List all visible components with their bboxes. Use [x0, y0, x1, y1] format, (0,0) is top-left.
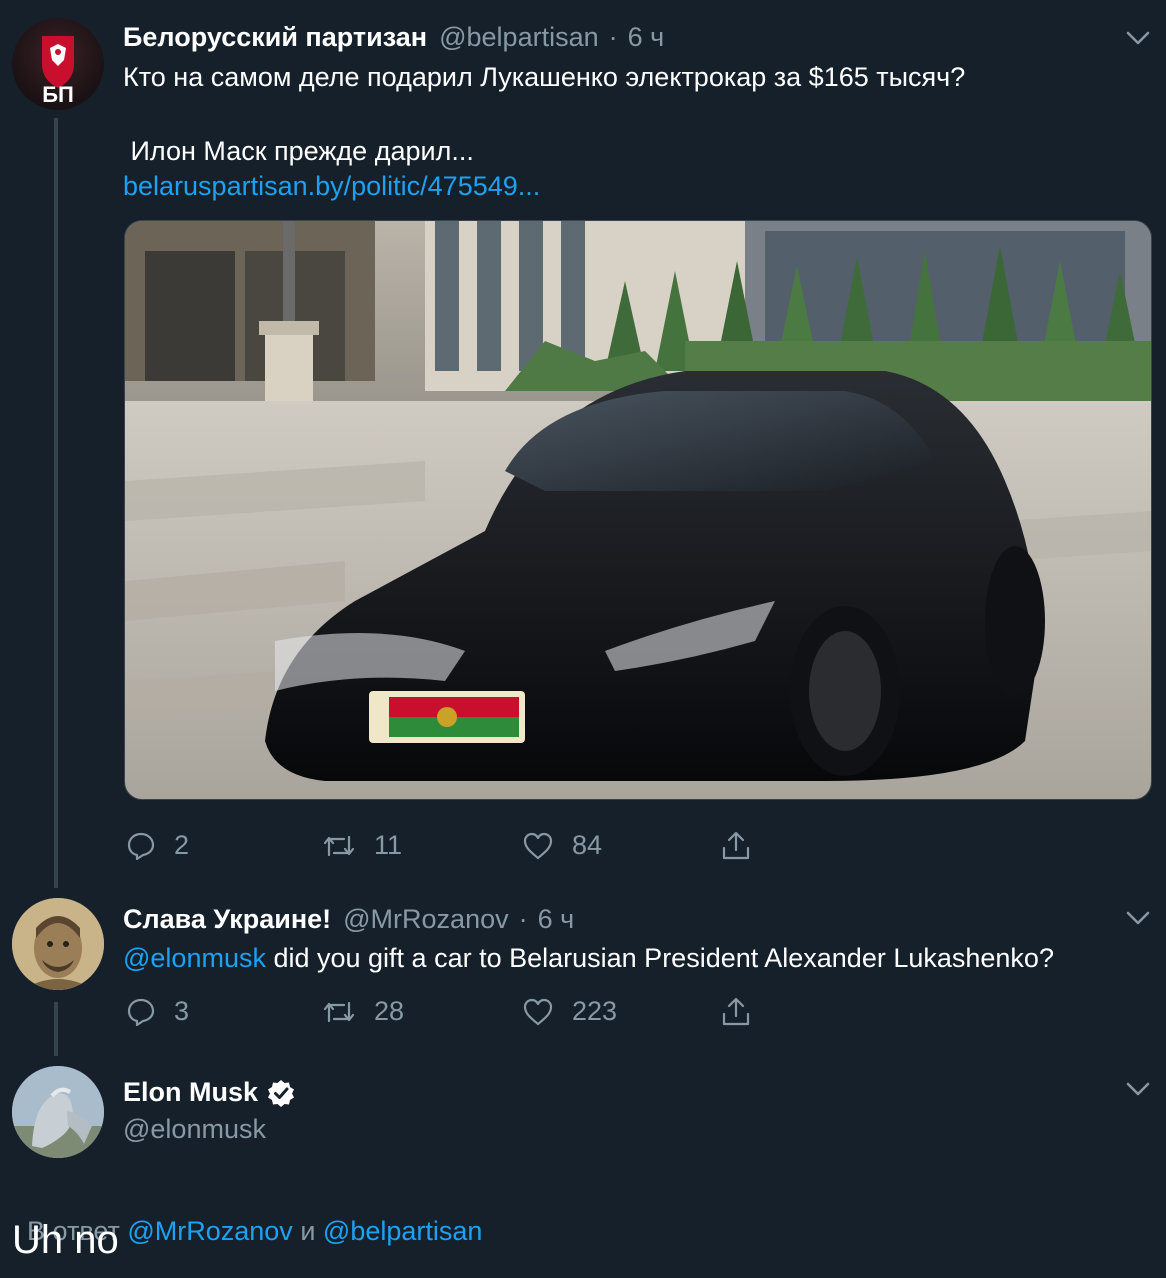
- thread-line: [54, 1002, 58, 1056]
- dragon-sculpture-avatar-icon: [12, 1066, 104, 1158]
- avatar[interactable]: [12, 898, 104, 990]
- reply-icon: [127, 998, 155, 1026]
- tweet-body: did you gift a car to Belarusian Preside…: [265, 943, 1054, 973]
- reply-mention-1[interactable]: @MrRozanov: [127, 1216, 292, 1246]
- tweet-header: Слава Украине! @MrRozanov · 6 ч: [123, 904, 574, 935]
- like-button[interactable]: 84: [522, 830, 602, 861]
- like-icon: [523, 998, 553, 1025]
- thread-line: [54, 118, 58, 888]
- like-count: 84: [572, 830, 603, 860]
- author-handle[interactable]: @MrRozanov: [343, 904, 508, 935]
- author-name-row: Elon Musk: [123, 1077, 296, 1108]
- tweet-text: Uh no: [12, 1218, 119, 1262]
- reply-button[interactable]: 2: [126, 830, 189, 861]
- author-handle[interactable]: @elonmusk: [123, 1114, 266, 1145]
- verified-badge-icon: [268, 1079, 295, 1107]
- share-icon: [722, 997, 750, 1026]
- tweet-text-line1: Кто на самом деле подарил Лукашенко элек…: [123, 62, 966, 92]
- tesla-car-photo: [125, 221, 1151, 799]
- retweet-count: 28: [374, 996, 405, 1026]
- article-link[interactable]: belaruspartisan.by/politic/475549...: [123, 168, 540, 205]
- avatar[interactable]: [12, 1066, 104, 1158]
- reply-button[interactable]: 3: [126, 996, 189, 1027]
- timestamp[interactable]: 6 ч: [538, 904, 575, 935]
- portrait-avatar-icon: [12, 898, 104, 990]
- avatar-text: БП: [42, 82, 74, 107]
- reply-count: 3: [174, 996, 190, 1026]
- retweet-button[interactable]: 11: [322, 830, 402, 861]
- reply-and: и: [292, 1216, 323, 1246]
- author-name[interactable]: Elon Musk: [123, 1077, 258, 1108]
- retweet-icon: [323, 1001, 355, 1022]
- chevron-down-icon[interactable]: [1125, 1076, 1151, 1102]
- chevron-down-icon[interactable]: [1125, 25, 1151, 51]
- reply-icon: [127, 832, 155, 860]
- separator-dot: ·: [608, 22, 618, 52]
- share-button[interactable]: [720, 996, 770, 1028]
- tweet-text: @elonmusk did you gift a car to Belarusi…: [123, 940, 1054, 977]
- tweet-header: Белорусский партизан @belpartisan · 6 ч: [123, 22, 664, 53]
- share-icon: [722, 831, 750, 860]
- separator-dot: ·: [518, 904, 528, 934]
- retweet-count: 11: [374, 830, 403, 860]
- tweet-photo[interactable]: [124, 220, 1152, 800]
- retweet-icon: [323, 835, 355, 856]
- timestamp[interactable]: 6 ч: [628, 22, 665, 53]
- share-button[interactable]: [720, 830, 770, 862]
- retweet-button[interactable]: 28: [322, 996, 404, 1027]
- author-name[interactable]: Слава Украине!: [123, 904, 331, 935]
- reply-mention-2[interactable]: @belpartisan: [323, 1216, 483, 1246]
- mention-link[interactable]: @elonmusk: [123, 943, 266, 973]
- avatar[interactable]: БП: [12, 18, 104, 110]
- reply-count: 2: [174, 830, 190, 860]
- like-count: 223: [572, 996, 618, 1026]
- chevron-down-icon[interactable]: [1125, 905, 1151, 931]
- tweet-text-line2: Илон Маск прежде дарил...: [123, 136, 474, 166]
- author-handle[interactable]: @belpartisan: [439, 22, 599, 53]
- author-name[interactable]: Белорусский партизан: [123, 22, 427, 53]
- like-icon: [523, 832, 553, 859]
- like-button[interactable]: 223: [522, 996, 617, 1027]
